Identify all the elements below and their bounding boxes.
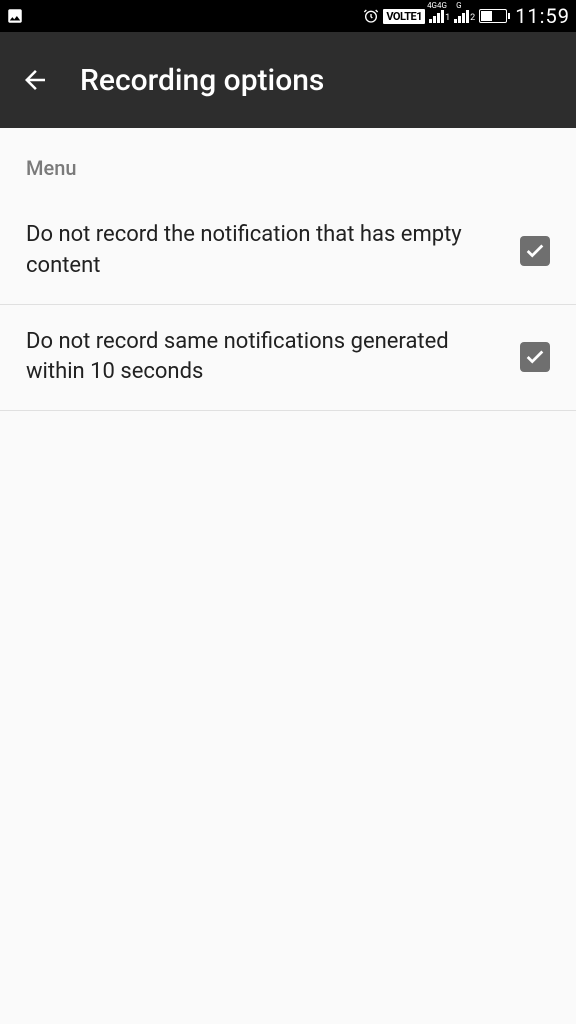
content: Menu Do not record the notification that… — [0, 128, 576, 411]
status-bar: VOLTE1 4G 4G 1 G 2 11:59 — [0, 0, 576, 32]
arrow-left-icon — [20, 65, 50, 95]
sim2-sub: 2 — [470, 13, 475, 23]
status-time: 11:59 — [515, 4, 570, 28]
back-button[interactable] — [20, 65, 50, 95]
volte-badge: VOLTE1 — [383, 9, 425, 24]
page-title: Recording options — [80, 63, 324, 98]
network-2-label: 4G — [437, 2, 447, 10]
app-bar: Recording options — [0, 32, 576, 128]
signal-1-group: 4G 4G 1 — [429, 10, 450, 23]
checkbox-empty-content[interactable] — [520, 236, 550, 266]
sim1-sub: 1 — [445, 13, 450, 23]
signal-bars-2-icon — [454, 10, 469, 23]
picture-icon — [6, 7, 24, 25]
status-right: VOLTE1 4G 4G 1 G 2 11:59 — [363, 4, 570, 28]
setting-empty-content[interactable]: Do not record the notification that has … — [0, 198, 576, 305]
signal-2-group: G 2 — [454, 10, 475, 23]
checkbox-duplicate-notifications[interactable] — [520, 342, 550, 372]
setting-duplicate-notifications[interactable]: Do not record same notifications generat… — [0, 305, 576, 412]
setting-label: Do not record same notifications generat… — [26, 327, 520, 389]
check-icon — [524, 346, 546, 368]
signal-bars-icon — [429, 10, 444, 23]
sim2-label: G — [456, 2, 461, 10]
battery-icon — [479, 9, 507, 23]
setting-label: Do not record the notification that has … — [26, 220, 520, 282]
alarm-icon — [363, 8, 379, 24]
section-label: Menu — [0, 128, 576, 198]
status-left — [6, 7, 24, 25]
network-1-label: 4G — [427, 2, 437, 10]
check-icon — [524, 240, 546, 262]
